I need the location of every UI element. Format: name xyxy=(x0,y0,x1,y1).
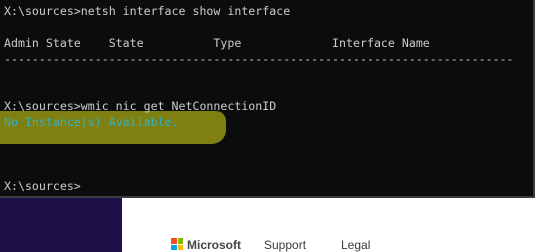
console-line-separator: ----------------------------------------… xyxy=(4,52,514,66)
screenshot: X:\sources>netsh interface show interfac… xyxy=(0,0,535,252)
console-prompt[interactable]: X:\sources> xyxy=(4,178,81,194)
command-prompt-window[interactable]: X:\sources>netsh interface show interfac… xyxy=(0,0,535,198)
console-line-column-headers: Admin State State Type Interface Name xyxy=(4,36,430,50)
dark-purple-background xyxy=(0,198,122,252)
microsoft-logo-icon xyxy=(171,238,183,250)
support-link[interactable]: Support xyxy=(264,238,306,252)
microsoft-brand-text: Microsoft xyxy=(187,238,241,252)
console-line-wmic-command: X:\sources>wmic nic get NetConnectionID xyxy=(4,99,277,113)
console-line-netsh-command: X:\sources>netsh interface show interfac… xyxy=(4,4,291,18)
legal-link[interactable]: Legal xyxy=(341,238,370,252)
web-page-footer xyxy=(122,198,535,252)
console-line-no-instances: No Instance(s) Available. xyxy=(4,115,179,129)
